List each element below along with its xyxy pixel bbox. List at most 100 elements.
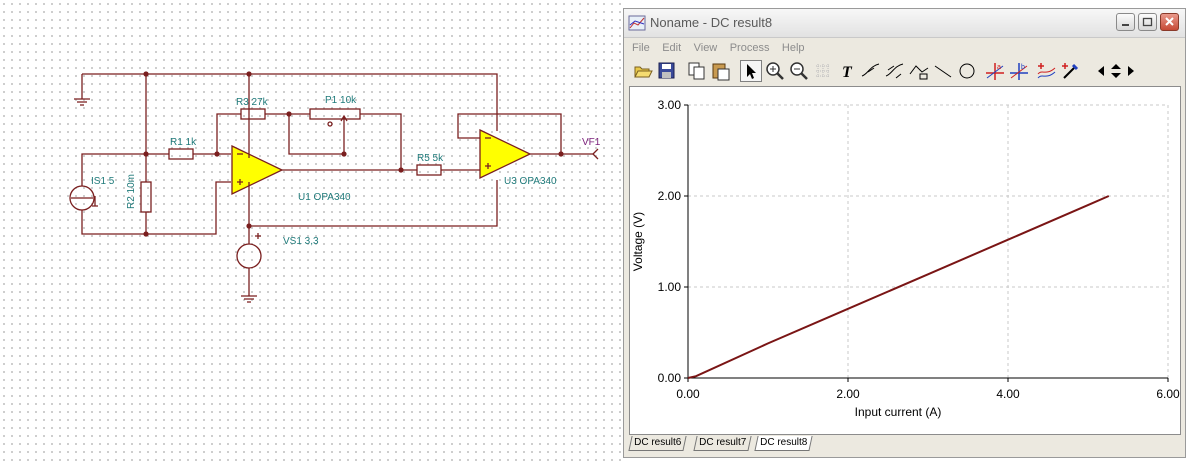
add-curve-icon	[1037, 63, 1056, 79]
curve-label2-button[interactable]	[884, 60, 906, 82]
y-tick-label: 2.00	[658, 189, 682, 203]
tab-dc-result7[interactable]: DC result7	[693, 436, 752, 451]
save-button[interactable]	[656, 60, 678, 82]
cursor-a-button[interactable]: a	[984, 60, 1006, 82]
opamp-u1[interactable]	[231, 144, 284, 196]
arrow-left-button[interactable]	[1094, 60, 1108, 82]
series-line-0	[687, 195, 1110, 379]
menu-bar: File Edit View Process Help	[624, 38, 1185, 58]
zoom-in-button[interactable]	[764, 60, 786, 82]
y-tick-label: 3.00	[658, 98, 682, 112]
circuit-schematic[interactable]: R3 27k P1 10k R1 1k R5 5k IS1 5 R2 10m U…	[0, 0, 622, 466]
arrow-updown-icon	[1111, 64, 1121, 78]
resistor-r2[interactable]	[140, 181, 152, 213]
zoom-out-button[interactable]	[788, 60, 810, 82]
close-button[interactable]	[1160, 13, 1179, 31]
probe-icon	[1062, 63, 1079, 79]
line-icon	[934, 65, 952, 78]
app-icon	[628, 15, 646, 31]
window-title: Noname - DC result8	[650, 15, 773, 30]
close-icon	[1165, 17, 1174, 26]
maximize-icon	[1142, 17, 1153, 27]
svg-text:b: b	[1021, 64, 1025, 71]
ground-symbol	[74, 96, 90, 106]
label-r2: R2 10m	[126, 174, 137, 209]
tab-dc-result8[interactable]: DC result8	[754, 436, 813, 451]
resistor-r5[interactable]	[416, 164, 442, 176]
menu-process[interactable]: Process	[730, 42, 770, 54]
x-tick-label: 0.00	[676, 387, 700, 401]
probe-button[interactable]	[1060, 60, 1082, 82]
dc-result-chart[interactable]: 0.00 2.00 4.00 6.00 0.00 1.00 2.00 3.00 Input cu…	[630, 87, 1180, 434]
label-u3: U3 OPA340	[504, 176, 557, 187]
curve-label3-icon	[909, 65, 929, 80]
menu-help[interactable]: Help	[782, 42, 805, 54]
zoom-in-icon	[766, 62, 784, 80]
label-r3: R3 27k	[236, 97, 269, 108]
label-r1: R1 1k	[170, 137, 197, 148]
cursor-b-icon: b	[1010, 63, 1028, 80]
label-vs1: VS1 3,3	[283, 236, 319, 247]
paste-button[interactable]	[710, 60, 732, 82]
resistor-r3[interactable]	[240, 108, 266, 120]
open-icon	[634, 66, 653, 78]
curve-label-button[interactable]	[860, 60, 882, 82]
opamp-u3[interactable]	[479, 128, 532, 180]
minimize-icon	[1122, 24, 1129, 26]
output-terminal-vf1[interactable]	[592, 148, 599, 160]
potentiometer-p1[interactable]	[309, 108, 361, 120]
pointer-icon	[747, 64, 756, 79]
label-is1: IS1 5	[91, 176, 115, 187]
label-vf1: VF1	[582, 137, 601, 148]
arrow-left-icon	[1098, 66, 1104, 76]
maximize-button[interactable]	[1138, 13, 1157, 31]
label-r5: R5 5k	[417, 153, 444, 164]
grid-icon	[816, 64, 830, 78]
pointer-button[interactable]	[740, 60, 762, 82]
svg-text:T: T	[842, 64, 853, 81]
curve-label-icon	[861, 63, 880, 77]
y-axis-title: Voltage (V)	[631, 212, 645, 271]
menu-file[interactable]: File	[632, 42, 650, 54]
text-button[interactable]: T	[838, 60, 860, 82]
result-tabs: DC result6 DC result7 DC result8	[628, 436, 1183, 452]
cursor-b-button[interactable]: b	[1008, 60, 1030, 82]
cursor-a-icon: a	[986, 63, 1004, 80]
menu-edit[interactable]: Edit	[662, 42, 681, 54]
x-tick-label: 6.00	[1156, 387, 1180, 401]
label-p1: P1 10k	[325, 95, 357, 106]
x-tick-label: 4.00	[996, 387, 1020, 401]
curve-label3-button[interactable]	[908, 60, 930, 82]
dc-result-window[interactable]: Noname - DC result8 File Edit View Proce…	[623, 8, 1186, 458]
svg-text:a: a	[997, 64, 1001, 71]
text-icon: T	[842, 64, 853, 81]
zoom-out-icon	[790, 62, 808, 80]
resistor-r1[interactable]	[168, 148, 194, 160]
copy-button[interactable]	[686, 60, 708, 82]
line-button[interactable]	[932, 60, 954, 82]
schematic-canvas[interactable]: R3 27k P1 10k R1 1k R5 5k IS1 5 R2 10m U…	[0, 0, 622, 466]
open-button[interactable]	[632, 60, 654, 82]
tab-dc-result6[interactable]: DC result6	[628, 436, 687, 451]
circle-icon	[959, 63, 975, 79]
minimize-button[interactable]	[1116, 13, 1135, 31]
y-tick-label: 1.00	[658, 280, 682, 294]
x-tick-label: 2.00	[836, 387, 860, 401]
toolbar: T a b	[628, 59, 1180, 83]
grid-button[interactable]	[812, 60, 834, 82]
curve-label2-icon	[885, 63, 904, 79]
title-bar[interactable]: Noname - DC result8	[624, 9, 1185, 38]
ground-symbol-vs1	[241, 295, 257, 303]
circle-button[interactable]	[956, 60, 978, 82]
arrow-updown-button[interactable]	[1108, 60, 1124, 82]
arrow-right-icon	[1128, 66, 1134, 76]
add-curve-button[interactable]	[1036, 60, 1058, 82]
save-icon	[658, 62, 675, 79]
plot-area[interactable]: 0.00 2.00 4.00 6.00 0.00 1.00 2.00 3.00 Input cu…	[629, 86, 1181, 435]
y-tick-label: 0.00	[658, 371, 682, 385]
menu-view[interactable]: View	[694, 42, 718, 54]
copy-icon	[688, 62, 705, 80]
paste-icon	[712, 63, 730, 81]
current-source-is1[interactable]	[69, 185, 98, 211]
arrow-right-button[interactable]	[1124, 60, 1138, 82]
